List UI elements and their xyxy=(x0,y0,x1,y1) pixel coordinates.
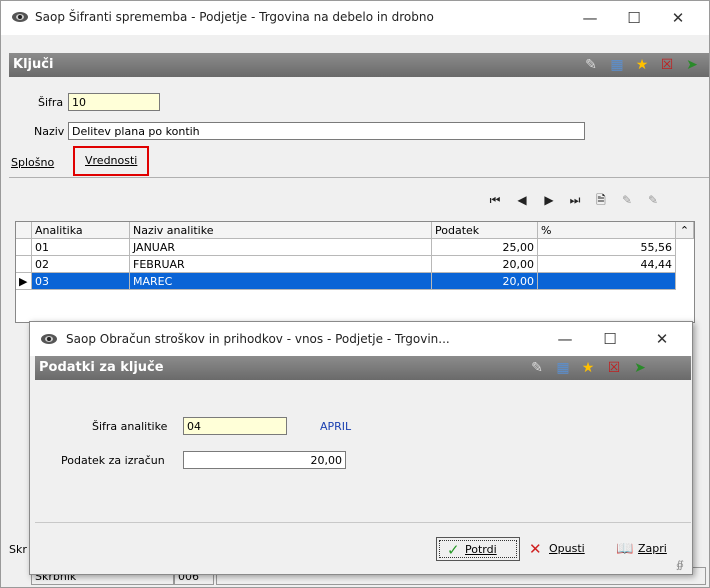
cancel-x-icon: ✕ xyxy=(529,540,542,558)
dialog-app-eye-icon xyxy=(40,333,58,345)
podatek-label: Podatek za izračun xyxy=(61,454,165,467)
podatek-field[interactable]: 20,00 xyxy=(183,451,346,469)
grid-header-percent[interactable]: % xyxy=(538,222,676,239)
dialog-star-icon[interactable]: ★ xyxy=(580,360,596,376)
grid-header-analitika[interactable]: Analitika xyxy=(32,222,130,239)
checkmark-icon: ✓ xyxy=(447,541,460,559)
row-analitika: 03 xyxy=(32,273,130,290)
dialog-title-bar: Saop Obračun stroškov in prihodkov - vno… xyxy=(30,322,692,356)
row-indicator-arrow-icon: ▶ xyxy=(16,273,32,290)
delete-record-icon[interactable]: ✎ xyxy=(644,191,662,209)
naziv-field[interactable]: Delitev plana po kontih xyxy=(68,122,585,140)
section-header-title: Ključi xyxy=(13,57,54,72)
row-percent xyxy=(538,273,676,290)
sifra-analitike-field[interactable]: 04 xyxy=(183,417,287,435)
delete-icon[interactable]: ☒ xyxy=(659,57,675,73)
tab-splosno-label: Splošno xyxy=(11,156,55,169)
book-icon: 📖 xyxy=(616,541,634,557)
values-grid: Analitika Naziv analitike Podatek % ⌃ 01… xyxy=(15,221,695,323)
confirm-button-label: Potrdi xyxy=(465,543,497,556)
dialog-maximize-button[interactable]: ☐ xyxy=(595,329,625,349)
app-eye-icon xyxy=(11,11,29,23)
row-naziv: FEBRUAR xyxy=(130,256,432,273)
first-record-icon[interactable]: ⏮ xyxy=(486,191,504,209)
naziv-label: Naziv xyxy=(34,125,65,138)
dialog-button-separator xyxy=(35,522,691,523)
sifra-field[interactable]: 10 xyxy=(68,93,160,111)
grid-header: Analitika Naziv analitike Podatek % ⌃ xyxy=(16,222,694,239)
close-dialog-button-label: Zapri xyxy=(638,542,667,555)
row-podatek: 20,00 xyxy=(432,273,538,290)
dialog-minimize-button[interactable]: — xyxy=(550,329,580,349)
table-row-selected[interactable]: ▶ 03 MAREC 20,00 xyxy=(16,273,694,290)
sifra-label: Šifra xyxy=(38,96,64,109)
row-analitika: 02 xyxy=(32,256,130,273)
row-percent: 44,44 xyxy=(538,256,676,273)
grid-header-naziv[interactable]: Naziv analitike xyxy=(130,222,432,239)
dialog-close-button[interactable]: ✕ xyxy=(647,329,677,349)
last-record-icon[interactable]: ⏭ xyxy=(566,191,584,209)
data-entry-dialog: Saop Obračun stroškov in prihodkov - vno… xyxy=(29,321,693,575)
dialog-section-header-title: Podatki za ključe xyxy=(39,360,164,375)
sifra-analitike-label: Šifra analitike xyxy=(92,420,168,433)
row-indicator xyxy=(16,239,32,256)
owner-side-label: Skr xyxy=(9,543,27,556)
close-dialog-button[interactable]: 📖 Zapri xyxy=(616,537,682,561)
dialog-section-header: Podatki za ključe ✎ ▦ ★ ☒ ➤ xyxy=(35,356,691,380)
row-podatek: 25,00 xyxy=(432,239,538,256)
new-record-icon[interactable]: 🗎 xyxy=(592,191,610,209)
table-row[interactable]: 02 FEBRUAR 20,00 44,44 xyxy=(16,256,694,273)
tab-vrednosti[interactable]: Vrednosti xyxy=(73,146,149,176)
dialog-delete-icon[interactable]: ☒ xyxy=(606,360,622,376)
resize-grip-icon[interactable]: ∯ xyxy=(676,560,684,571)
previous-record-icon[interactable]: ◀ xyxy=(513,191,531,209)
dialog-edit-icon[interactable]: ✎ xyxy=(529,360,545,376)
tab-splosno[interactable]: Splošno xyxy=(11,156,54,169)
next-record-icon[interactable]: ▶ xyxy=(540,191,558,209)
grid-scroll-up-icon[interactable]: ⌃ xyxy=(676,222,694,239)
edit-record-icon[interactable]: ✎ xyxy=(618,191,636,209)
dialog-grid-icon[interactable]: ▦ xyxy=(555,360,571,376)
tab-panel-border xyxy=(9,177,709,178)
section-header: Ključi ✎ ▦ ★ ☒ ➤ xyxy=(9,53,709,77)
confirm-button[interactable]: ✓ Potrdi xyxy=(436,537,520,561)
analitika-name-text: APRIL xyxy=(320,420,352,433)
tab-vrednosti-label: Vrednosti xyxy=(85,154,138,167)
grid-header-podatek[interactable]: Podatek xyxy=(432,222,538,239)
cancel-button-label: Opusti xyxy=(549,542,585,555)
minimize-button[interactable]: — xyxy=(575,8,605,28)
title-bar: Saop Šifranti sprememba - Podjetje - Trg… xyxy=(1,1,709,35)
grid-header-indicator xyxy=(16,222,32,239)
cancel-button[interactable]: ✕ Opusti xyxy=(529,537,601,561)
row-analitika: 01 xyxy=(32,239,130,256)
row-percent: 55,56 xyxy=(538,239,676,256)
dialog-exit-icon[interactable]: ➤ xyxy=(632,360,648,376)
table-row[interactable]: 01 JANUAR 25,00 55,56 xyxy=(16,239,694,256)
row-naziv: MAREC xyxy=(130,273,432,290)
row-podatek: 20,00 xyxy=(432,256,538,273)
edit-icon[interactable]: ✎ xyxy=(583,57,599,73)
dialog-title: Saop Obračun stroškov in prihodkov - vno… xyxy=(66,332,450,346)
grid-icon[interactable]: ▦ xyxy=(609,57,625,73)
row-naziv: JANUAR xyxy=(130,239,432,256)
row-indicator xyxy=(16,256,32,273)
star-icon[interactable]: ★ xyxy=(634,57,650,73)
window-title: Saop Šifranti sprememba - Podjetje - Trg… xyxy=(35,10,434,24)
exit-icon[interactable]: ➤ xyxy=(684,57,700,73)
maximize-button[interactable]: ☐ xyxy=(619,8,649,28)
close-button[interactable]: ✕ xyxy=(663,8,693,28)
